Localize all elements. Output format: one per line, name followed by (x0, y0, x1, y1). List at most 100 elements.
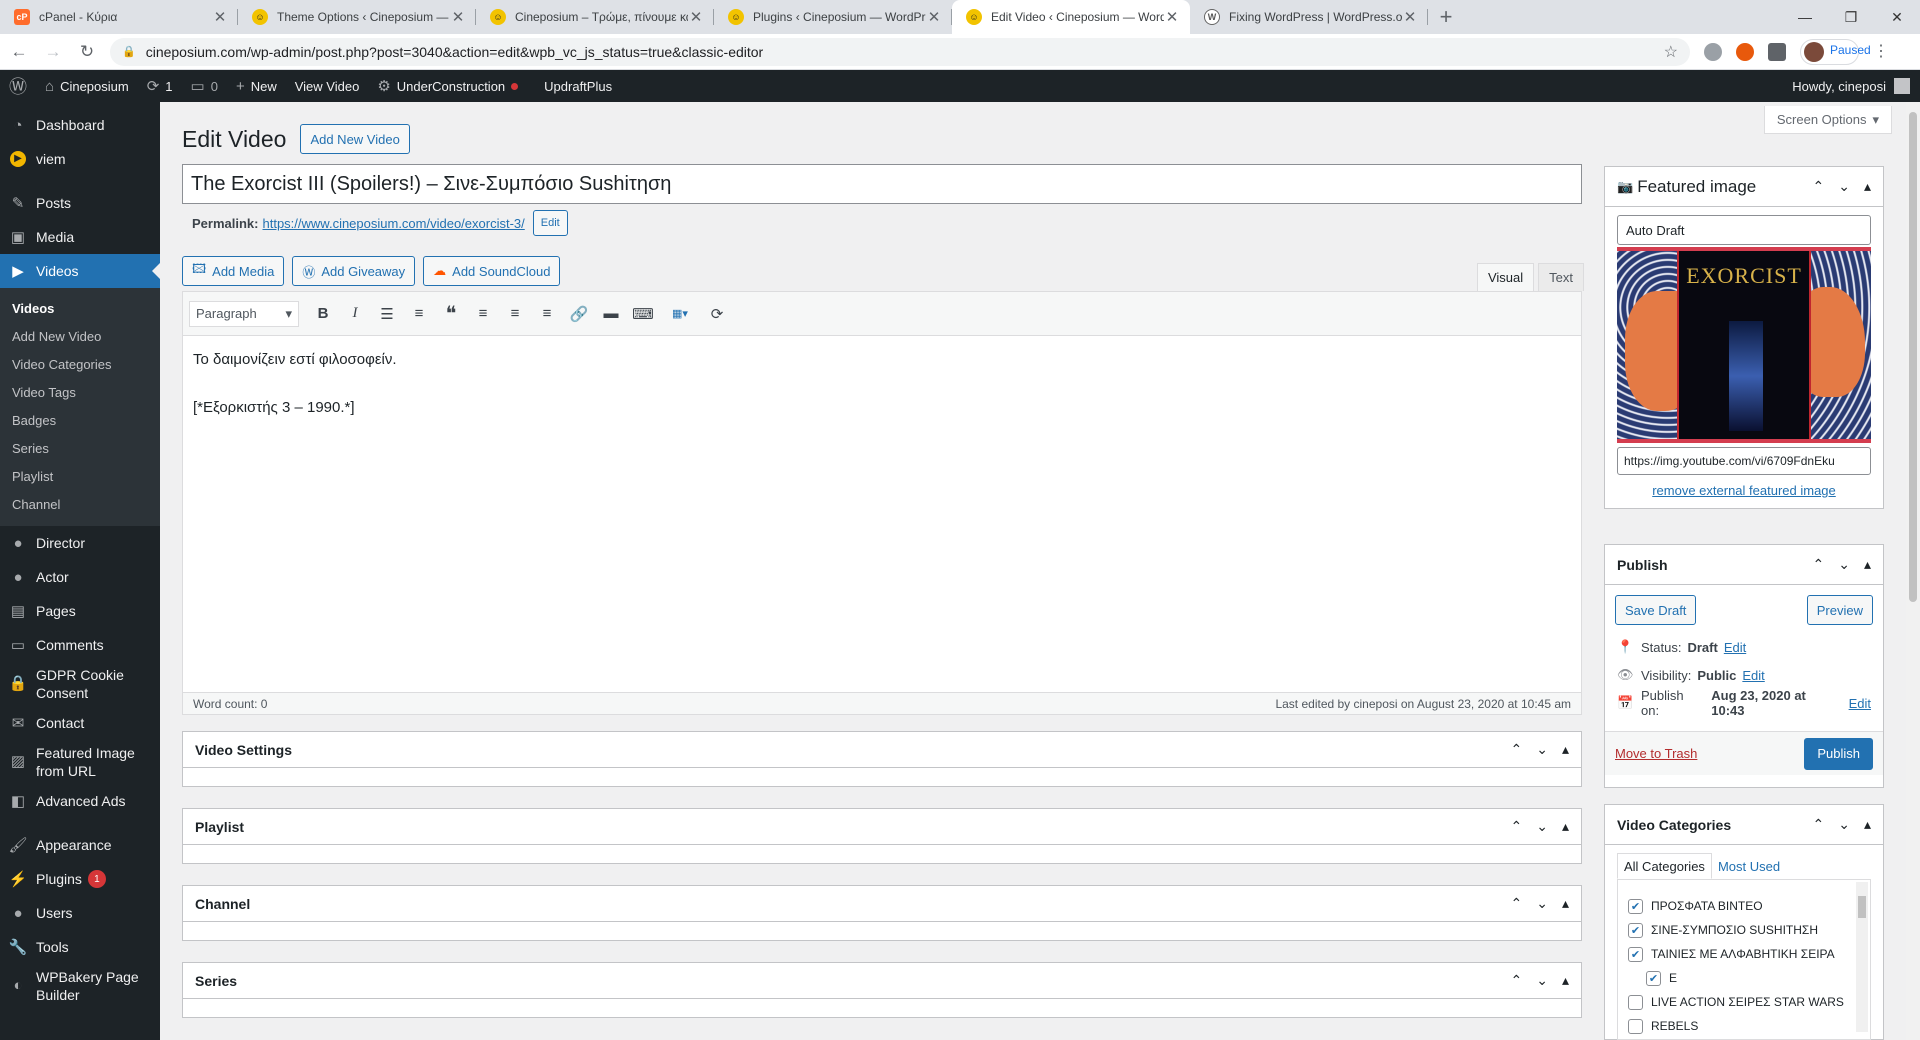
checkbox-checked[interactable]: ✔ (1628, 946, 1643, 962)
chevron-down-icon[interactable]: ⌄ (1536, 818, 1548, 835)
tab-all-categories[interactable]: All Categories (1617, 853, 1712, 879)
category-item[interactable]: ✔ ΣΙΝΕ-ΣΥΜΠΟΣΙΟ SUSHIΤΗΣΗ (1628, 918, 1870, 942)
chevron-up-icon[interactable]: ⌃ (1511, 895, 1523, 912)
sidebar-item-director[interactable]: ● Director (0, 526, 160, 560)
scrollbar[interactable] (1856, 882, 1868, 1032)
under-construction-link[interactable]: ⚙ UnderConstruction (368, 70, 527, 102)
profile-button[interactable]: Paused (1800, 38, 1871, 65)
sidebar-item-videos[interactable]: ▶ Videos (0, 254, 160, 288)
new-tab-button[interactable]: + (1428, 0, 1464, 34)
align-left-icon[interactable]: ≡ (469, 300, 497, 328)
browser-tab-active[interactable]: ☺ Edit Video ‹ Cineposium — Word ✕ (952, 0, 1190, 34)
permalink-link[interactable]: https://www.cineposium.com/video/exorcis… (262, 216, 524, 231)
sidebar-item-users[interactable]: ● Users (0, 896, 160, 930)
chevron-up-icon[interactable]: ⌃ (1813, 178, 1825, 195)
add-soundcloud-button[interactable]: ☁ Add SoundCloud (423, 256, 561, 286)
sidebar-item-plugins[interactable]: ⚡ Plugins 1 (0, 862, 160, 896)
submenu-item[interactable]: Playlist (0, 462, 160, 490)
chevron-up-icon[interactable]: ⌃ (1511, 818, 1523, 835)
sidebar-item-media[interactable]: ▣ Media (0, 220, 160, 254)
chevron-up-icon[interactable]: ⌃ (1813, 556, 1825, 573)
toggle-icon[interactable]: ▴ (1864, 178, 1871, 195)
sidebar-item-fifu[interactable]: ▨ Featured Image from URL (0, 740, 160, 784)
sidebar-item-appearance[interactable]: 🖌 Appearance (0, 828, 160, 862)
reload-icon[interactable]: ↻ (72, 37, 102, 67)
page-scrollbar[interactable] (1906, 102, 1920, 1040)
fire-icon[interactable] (1736, 42, 1754, 61)
browser-tab[interactable]: W Fixing WordPress | WordPress.org ✕ (1190, 0, 1428, 34)
sidebar-item-viem[interactable]: ▶ viem (0, 142, 160, 176)
toggle-icon[interactable]: ▴ (1562, 972, 1569, 989)
submenu-item[interactable]: Badges (0, 406, 160, 434)
read-more-icon[interactable]: ▬ (597, 300, 625, 328)
sidebar-item-advanced-ads[interactable]: ◧ Advanced Ads (0, 784, 160, 818)
italic-icon[interactable]: I (341, 300, 369, 328)
add-new-video-button[interactable]: Add New Video (300, 124, 410, 154)
chevron-down-icon[interactable]: ⌄ (1536, 741, 1548, 758)
numbered-list-icon[interactable]: ≡ (405, 300, 433, 328)
new-content-link[interactable]: + New (227, 70, 286, 102)
checkbox-checked[interactable]: ✔ (1628, 898, 1643, 914)
toolbar-toggle-icon[interactable]: ⌨ (629, 300, 657, 328)
view-video-link[interactable]: View Video (286, 70, 369, 102)
post-title-input[interactable]: The Exorcist III (Spoilers!) – Σινε-Συμπ… (182, 164, 1582, 204)
featured-alt-input[interactable]: Auto Draft (1617, 215, 1871, 245)
move-to-trash-link[interactable]: Move to Trash (1615, 746, 1697, 761)
permalink-edit-button[interactable]: Edit (532, 210, 568, 236)
adblock-icon[interactable] (1704, 42, 1722, 61)
checkbox-checked[interactable]: ✔ (1646, 970, 1661, 986)
checkbox-unchecked[interactable] (1628, 994, 1643, 1010)
link-icon[interactable]: 🔗 (565, 300, 593, 328)
edit-date-link[interactable]: Edit (1849, 696, 1871, 711)
sidebar-item-tools[interactable]: 🔧 Tools (0, 930, 160, 964)
align-right-icon[interactable]: ≡ (533, 300, 561, 328)
category-item[interactable]: REBELS (1628, 1014, 1870, 1038)
category-item[interactable]: ✔ ΤΑΙΝΙΕΣ ΜΕ ΑΛΦΑΒΗΤΙΚΗ ΣΕΙΡΑ (1628, 942, 1870, 966)
address-bar[interactable]: 🔒 cineposium.com/wp-admin/post.php?post=… (110, 37, 1690, 66)
menu-dots-icon[interactable]: ⋮ (1873, 43, 1889, 61)
submenu-item[interactable]: Videos (0, 294, 160, 322)
category-item[interactable]: ✔ E (1628, 966, 1870, 990)
editor-body[interactable]: Το δαιμονίζειν εστί φιλοσοφείν. [*Εξορκι… (183, 336, 1581, 672)
checkbox-unchecked[interactable] (1628, 1018, 1643, 1034)
blockquote-icon[interactable]: ❝ (437, 300, 465, 328)
align-center-icon[interactable]: ≡ (501, 300, 529, 328)
sidebar-item-contact[interactable]: ✉ Contact (0, 706, 160, 740)
chevron-down-icon[interactable]: ⌄ (1838, 556, 1850, 573)
chevron-down-icon[interactable]: ⌄ (1536, 895, 1548, 912)
submenu-item[interactable]: Series (0, 434, 160, 462)
toggle-icon[interactable]: ▴ (1864, 816, 1871, 833)
sidebar-item-wpbakery[interactable]: ◐ WPBakery Page Builder (0, 964, 160, 1008)
preview-button[interactable]: Preview (1806, 595, 1873, 625)
close-icon[interactable]: ✕ (926, 8, 942, 26)
tab-visual[interactable]: Visual (1476, 263, 1535, 291)
browser-tab[interactable]: ☺ Plugins ‹ Cineposium — WordPre ✕ (714, 0, 952, 34)
puzzle-icon[interactable] (1768, 42, 1786, 61)
screen-options-button[interactable]: Screen Options ▾ (1763, 106, 1892, 134)
close-window-icon[interactable]: ✕ (1874, 0, 1920, 34)
edit-visibility-link[interactable]: Edit (1742, 668, 1764, 683)
sidebar-item-comments[interactable]: ▭ Comments (0, 628, 160, 662)
html-icon[interactable]: ▦▾ (661, 300, 699, 328)
tab-most-used[interactable]: Most Used (1712, 853, 1786, 879)
close-icon[interactable]: ✕ (212, 8, 228, 26)
toggle-icon[interactable]: ▴ (1562, 818, 1569, 835)
toggle-icon[interactable]: ▴ (1562, 895, 1569, 912)
add-giveaway-button[interactable]: Ⓦ Add Giveaway (292, 256, 416, 286)
close-icon[interactable]: ✕ (1402, 8, 1418, 26)
chevron-up-icon[interactable]: ⌃ (1511, 741, 1523, 758)
remove-featured-link[interactable]: remove external featured image (1605, 483, 1883, 498)
toggle-icon[interactable]: ▴ (1562, 741, 1569, 758)
maximize-icon[interactable]: ❐ (1828, 0, 1874, 34)
category-item[interactable]: ✔ ΠΡΟΣΦΑΤΑ ΒΙΝΤΕΟ (1628, 894, 1870, 918)
chevron-up-icon[interactable]: ⌃ (1813, 816, 1825, 833)
forward-icon[interactable]: → (38, 37, 68, 67)
sidebar-item-actor[interactable]: ● Actor (0, 560, 160, 594)
save-draft-button[interactable]: Save Draft (1615, 595, 1697, 625)
sidebar-item-pages[interactable]: ▤ Pages (0, 594, 160, 628)
refresh-icon[interactable]: ⟳ (703, 300, 731, 328)
category-item[interactable]: LIVE ACTION ΣΕΙΡΕΣ STAR WARS (1628, 990, 1870, 1014)
checkbox-checked[interactable]: ✔ (1628, 922, 1643, 938)
comments-link[interactable]: ▭ 0 (182, 70, 227, 102)
publish-button[interactable]: Publish (1804, 737, 1873, 770)
